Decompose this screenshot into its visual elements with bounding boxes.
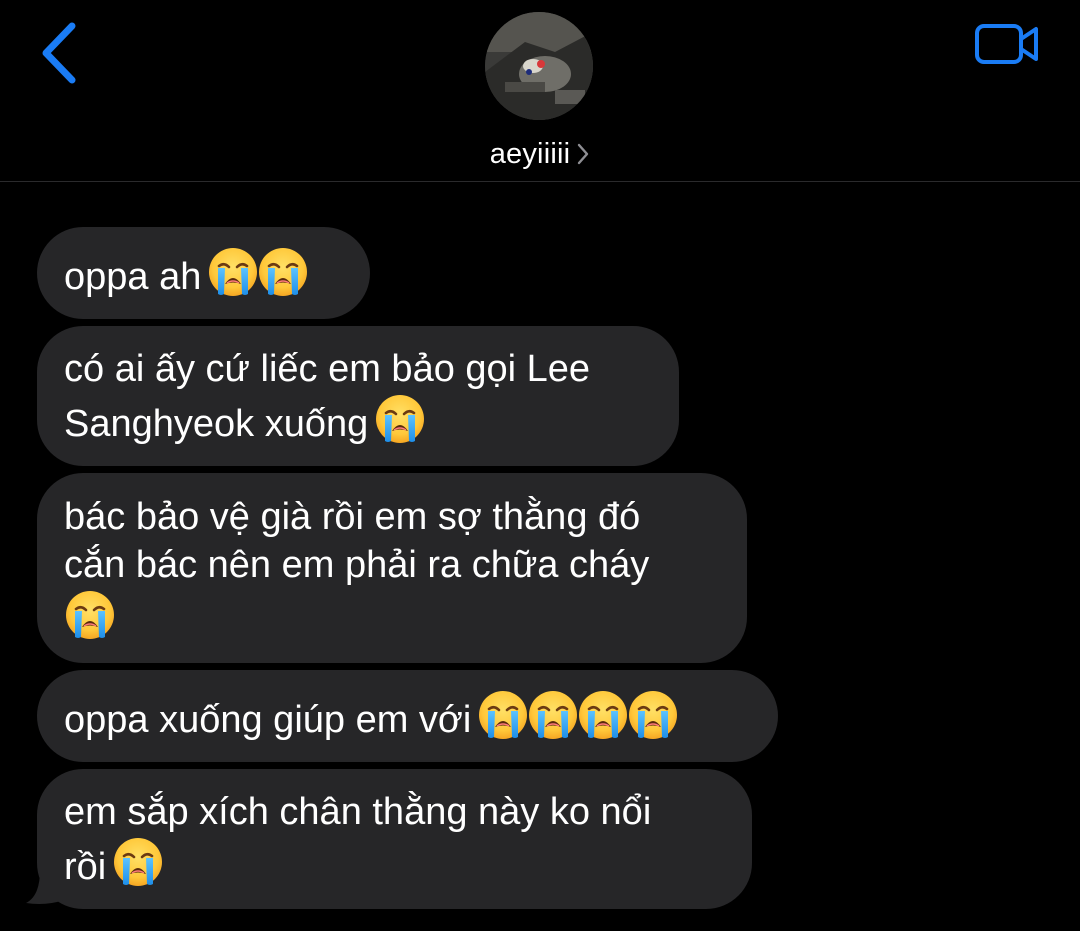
emoji-group xyxy=(477,689,677,741)
message-text: bác bảo vệ già rồi em sợ thằng đó cắn bá… xyxy=(64,493,649,644)
crying-face-icon xyxy=(207,246,259,298)
contact-name: aeyiiiii xyxy=(489,137,571,170)
chevron-right-icon xyxy=(578,143,589,165)
emoji-group xyxy=(374,393,424,445)
emoji-group xyxy=(112,836,162,888)
back-button[interactable] xyxy=(30,18,94,88)
message-text: oppa ah xyxy=(64,246,307,301)
message-bubble[interactable]: em sắp xích chân thằng này ko nổi rồi xyxy=(37,769,752,909)
contact-name-button[interactable]: aeyiiiii xyxy=(0,136,1080,172)
emoji-group xyxy=(64,589,114,641)
avatar[interactable] xyxy=(485,12,593,120)
crying-face-icon xyxy=(374,393,426,445)
crying-face-icon xyxy=(527,689,579,741)
video-call-button[interactable] xyxy=(972,20,1044,70)
message-text: có ai ấy cứ liếc em bảo gọi Lee Sanghyeo… xyxy=(64,347,591,445)
crying-face-icon xyxy=(477,689,529,741)
bubble-tail xyxy=(26,870,64,904)
conversation-header: aeyiiiii xyxy=(0,0,1080,182)
message-bubble[interactable]: có ai ấy cứ liếc em bảo gọi Lee Sanghyeo… xyxy=(37,326,679,466)
crying-face-icon xyxy=(627,689,679,741)
crying-face-icon xyxy=(577,689,629,741)
message-bubble[interactable]: oppa xuống giúp em với xyxy=(37,670,778,762)
message-text: oppa xuống giúp em với xyxy=(64,689,677,744)
message-list: oppa ah có ai ấy cứ liếc em bảo gọi Lee … xyxy=(0,181,1080,931)
video-camera-icon xyxy=(975,24,1038,64)
message-bubble[interactable]: bác bảo vệ già rồi em sợ thằng đó cắn bá… xyxy=(37,473,747,663)
avatar-photo xyxy=(485,12,593,120)
crying-face-icon xyxy=(64,589,116,641)
chevron-left-icon xyxy=(42,22,76,84)
message-text: em sắp xích chân thằng này ko nổi rồi xyxy=(64,790,652,888)
crying-face-icon xyxy=(257,246,309,298)
crying-face-icon xyxy=(112,836,164,888)
message-bubble[interactable]: oppa ah xyxy=(37,227,370,319)
emoji-group xyxy=(207,246,307,298)
